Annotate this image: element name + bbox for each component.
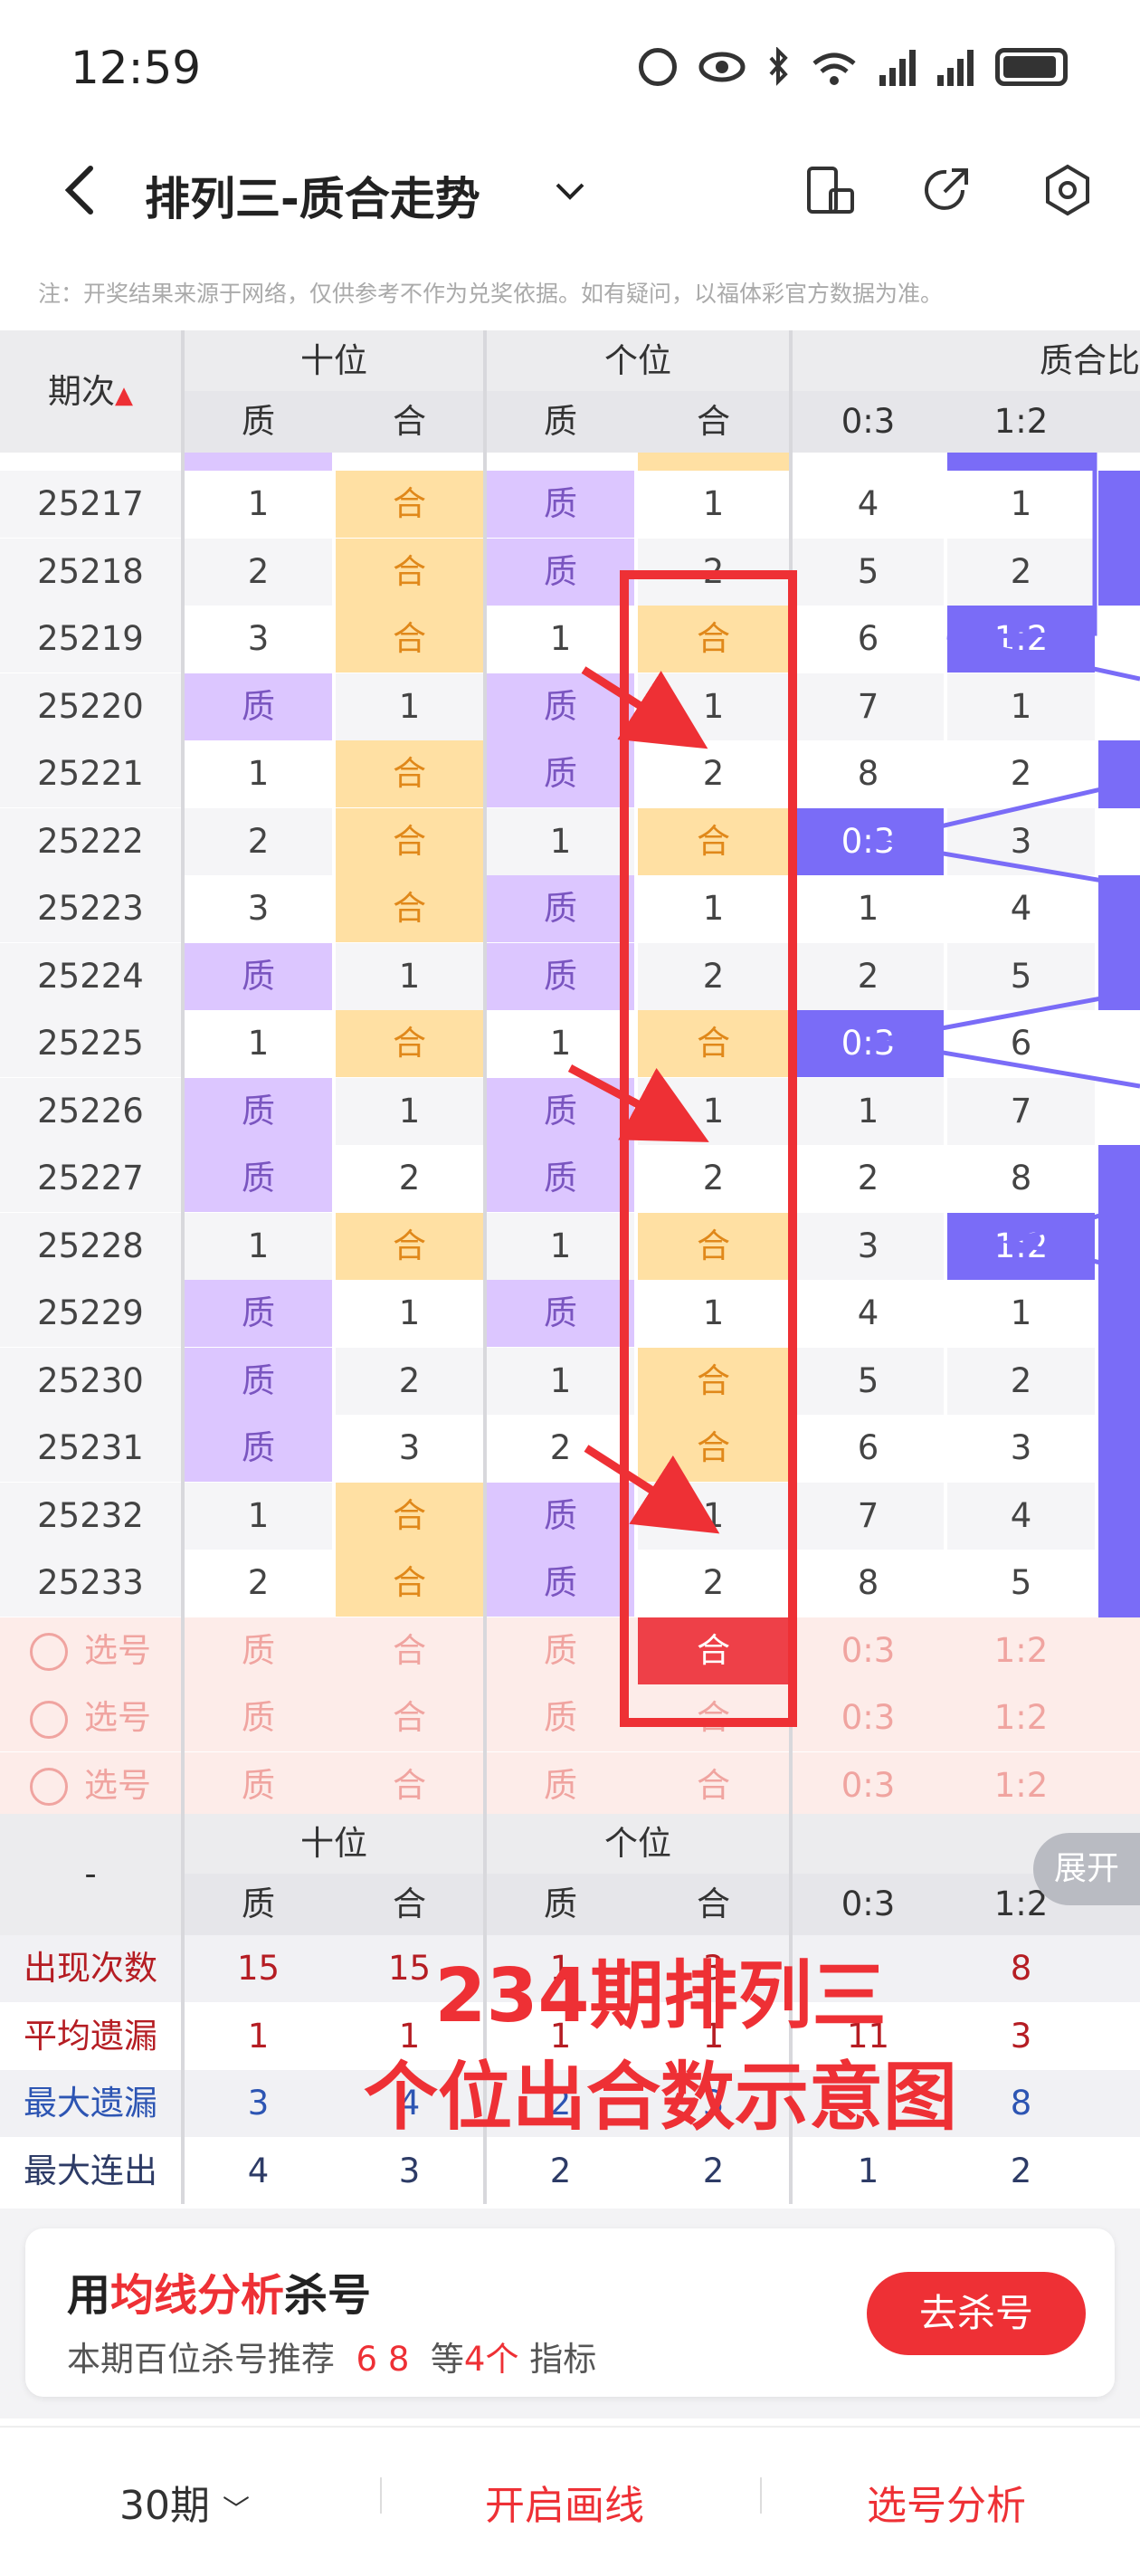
kill-number-button[interactable]: 去杀号 [867, 2272, 1086, 2355]
promo-title: 用均线分析杀号 [67, 2270, 372, 2321]
caption-line-2: 个位出合数示意图 [363, 2055, 957, 2141]
caption-line-1: 234期排列三 [434, 1953, 887, 2039]
bottom-bar: 30期 ﹀ 开启画线 选号分析 [0, 2426, 1140, 2576]
analysis-button[interactable]: 选号分析 [867, 2473, 1026, 2531]
periods-selector[interactable]: 30期 ﹀ [119, 2473, 250, 2531]
annotation-arrows [567, 666, 720, 1534]
promo-card[interactable]: 用均线分析杀号 本期百位杀号推荐 6 8 等4个 指标 去杀号 [25, 2228, 1115, 2397]
annotation-caption: 234期排列三 个位出合数示意图 [308, 1946, 1013, 2149]
chevron-down-icon: ﹀ [223, 2495, 250, 2526]
promo-subtitle: 本期百位杀号推荐 6 8 等4个 指标 [67, 2340, 597, 2379]
periods-label: 30期 [119, 2483, 210, 2529]
draw-line-button[interactable]: 开启画线 [485, 2473, 644, 2531]
